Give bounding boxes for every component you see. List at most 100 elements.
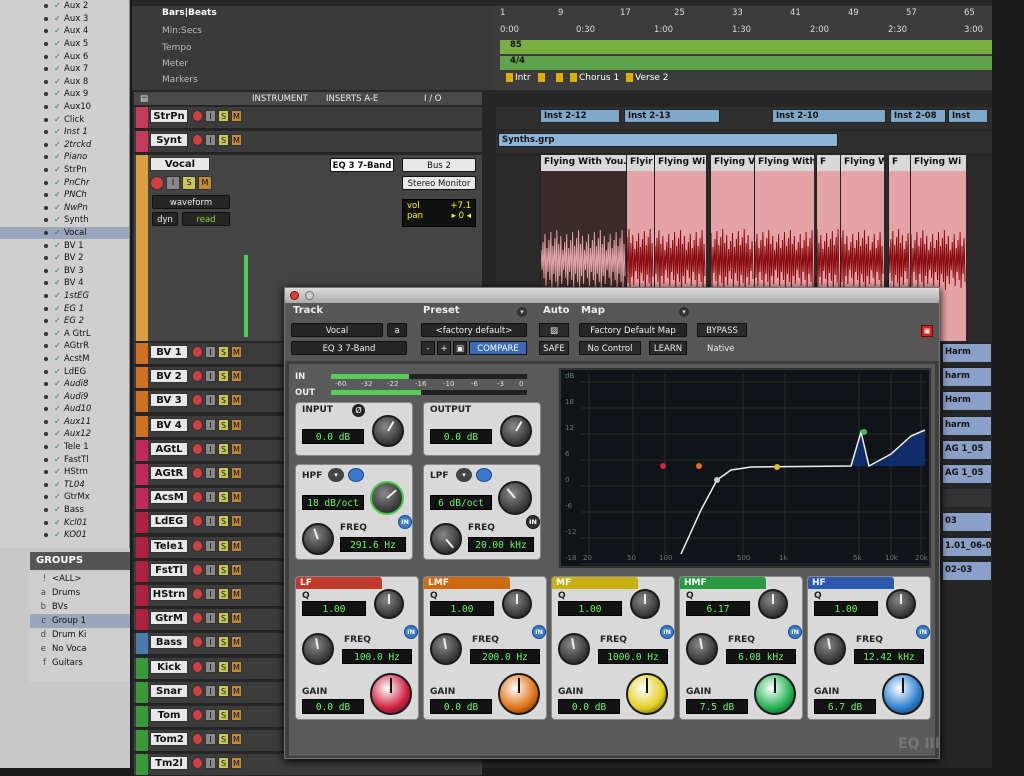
input-monitor-button[interactable]: I: [205, 491, 216, 504]
tracklist-item[interactable]: ✓ Aud10: [0, 403, 129, 416]
input-monitor-button[interactable]: I: [205, 636, 216, 649]
gain-knob[interactable]: [370, 673, 412, 715]
q-knob[interactable]: [630, 589, 660, 619]
track-view-selector[interactable]: waveform: [152, 195, 230, 209]
show-hide-dot-icon[interactable]: [44, 130, 48, 135]
track-name[interactable]: Tom: [150, 708, 188, 722]
track-name[interactable]: BV 1: [150, 345, 188, 359]
q-knob[interactable]: [758, 589, 788, 619]
right-lane-clip[interactable]: AG 1_05: [942, 464, 992, 484]
solo-button[interactable]: S: [218, 588, 229, 600]
solo-button[interactable]: S: [218, 110, 229, 122]
show-hide-dot-icon[interactable]: [44, 142, 48, 147]
tracklist-item[interactable]: ✓ HStrn: [0, 466, 129, 479]
tempo-lane[interactable]: 85: [500, 40, 992, 54]
track-name[interactable]: HStrn: [150, 587, 188, 601]
show-hide-dot-icon[interactable]: [44, 205, 48, 210]
show-hide-dot-icon[interactable]: [44, 92, 48, 97]
right-lane-clip[interactable]: harm: [942, 415, 992, 436]
record-enable-button[interactable]: [192, 491, 203, 504]
q-knob[interactable]: [374, 589, 404, 619]
record-enable-button[interactable]: [192, 467, 203, 479]
tracklist-item[interactable]: ✓ Aux 3: [0, 13, 129, 26]
mute-button[interactable]: M: [231, 612, 242, 625]
solo-button[interactable]: S: [182, 176, 196, 190]
insert-selector[interactable]: EQ 3 7-Band: [291, 341, 407, 355]
input-monitor-button[interactable]: I: [205, 110, 216, 122]
insert-slot-eq[interactable]: EQ 3 7-Band: [330, 158, 394, 172]
show-hide-dot-icon[interactable]: [44, 117, 48, 122]
track-name[interactable]: BV 2: [150, 369, 188, 384]
markers-lane[interactable]: Intr Chorus 1 Verse 2: [500, 72, 992, 88]
meter-ruler-label[interactable]: Meter: [162, 59, 188, 69]
show-hide-dot-icon[interactable]: [44, 293, 48, 298]
track-name[interactable]: Tele1: [150, 538, 188, 553]
tracklist-item[interactable]: ✓ NwPn: [0, 202, 129, 215]
show-hide-dot-icon[interactable]: [44, 457, 48, 462]
input-monitor-button[interactable]: I: [205, 134, 216, 146]
input-monitor-button[interactable]: I: [205, 370, 216, 383]
input-monitor-button[interactable]: I: [205, 733, 216, 746]
learn-button[interactable]: LEARN: [649, 341, 687, 355]
gain-knob[interactable]: [754, 673, 796, 715]
record-enable-button[interactable]: [192, 442, 203, 455]
show-hide-dot-icon[interactable]: [44, 281, 48, 286]
show-hide-dot-icon[interactable]: [44, 105, 48, 110]
hpf-freq-knob[interactable]: [302, 523, 334, 555]
band-handle[interactable]: [714, 477, 720, 483]
record-enable-button[interactable]: [192, 684, 203, 697]
freq-knob[interactable]: [430, 633, 462, 665]
tracklist-item[interactable]: ✓ GtrMx: [0, 491, 129, 504]
gain-value[interactable]: 0.0 dB: [558, 699, 620, 714]
hpf-slope-value[interactable]: 18 dB/oct: [302, 495, 364, 510]
tracklist-item[interactable]: ✓ Audi8: [0, 378, 129, 391]
track-name[interactable]: Tm2l: [150, 756, 188, 771]
solo-button[interactable]: S: [218, 660, 229, 673]
record-enable-button[interactable]: [192, 709, 203, 721]
tracklist-item[interactable]: ✓ TL04: [0, 479, 129, 492]
track-name[interactable]: Snar: [150, 683, 188, 698]
compare-button[interactable]: COMPARE: [469, 341, 527, 355]
tracklist-item[interactable]: ✓ Bass: [0, 504, 129, 517]
mute-button[interactable]: M: [198, 176, 212, 190]
input-monitor-button[interactable]: I: [205, 515, 216, 528]
band-in-button[interactable]: IN: [916, 625, 930, 639]
mute-button[interactable]: M: [231, 134, 242, 146]
playlist-dyn-button[interactable]: dyn: [152, 212, 178, 226]
solo-button[interactable]: S: [218, 563, 229, 576]
record-enable-button[interactable]: [192, 394, 203, 407]
track-name[interactable]: LdEG: [150, 514, 188, 529]
record-enable-button[interactable]: [192, 660, 203, 673]
solo-button[interactable]: S: [218, 491, 229, 504]
input-monitor-button[interactable]: I: [205, 394, 216, 407]
mute-button[interactable]: M: [231, 709, 242, 721]
marker-item[interactable]: Chorus 1: [570, 73, 619, 83]
show-hide-dot-icon[interactable]: [44, 243, 48, 248]
show-hide-dot-icon[interactable]: [44, 79, 48, 84]
show-hide-dot-icon[interactable]: [44, 29, 48, 34]
tracklist-item[interactable]: ✓ Synth: [0, 214, 129, 227]
show-hide-dot-icon[interactable]: [44, 407, 48, 412]
input-gain-value[interactable]: 0.0 dB: [302, 429, 364, 444]
show-hide-dot-icon[interactable]: [44, 482, 48, 487]
tracklist-item[interactable]: ✓ BV 4: [0, 277, 129, 290]
track-name[interactable]: Kick: [150, 659, 188, 674]
lpf-slope-knob[interactable]: [498, 481, 532, 515]
lpf-enable-icon[interactable]: [476, 468, 492, 482]
input-monitor-button[interactable]: I: [166, 176, 180, 190]
tracklist-item[interactable]: ✓ Aux 4: [0, 25, 129, 38]
mute-button[interactable]: M: [231, 442, 242, 455]
show-hide-dot-icon[interactable]: [44, 382, 48, 387]
group-item[interactable]: d Drum Ki: [30, 628, 130, 642]
inst-clip-lane[interactable]: Inst 2-12 Inst 2-13 Inst 2-10 Inst 2-08 Inst: [496, 107, 992, 129]
automation-window-icon[interactable]: ▨: [539, 323, 569, 337]
meter-lane[interactable]: 4/4: [500, 56, 992, 70]
tracklist-item[interactable]: ✓ Aux12: [0, 428, 129, 441]
solo-button[interactable]: S: [218, 467, 229, 479]
freq-value[interactable]: 6.08 kHz: [726, 649, 796, 664]
tracklist-item[interactable]: ✓ 2trckd: [0, 139, 129, 152]
solo-button[interactable]: S: [218, 709, 229, 721]
solo-button[interactable]: S: [218, 134, 229, 146]
tracklist-item[interactable]: ✓ PNCh: [0, 189, 129, 202]
show-hide-dot-icon[interactable]: [44, 470, 48, 475]
